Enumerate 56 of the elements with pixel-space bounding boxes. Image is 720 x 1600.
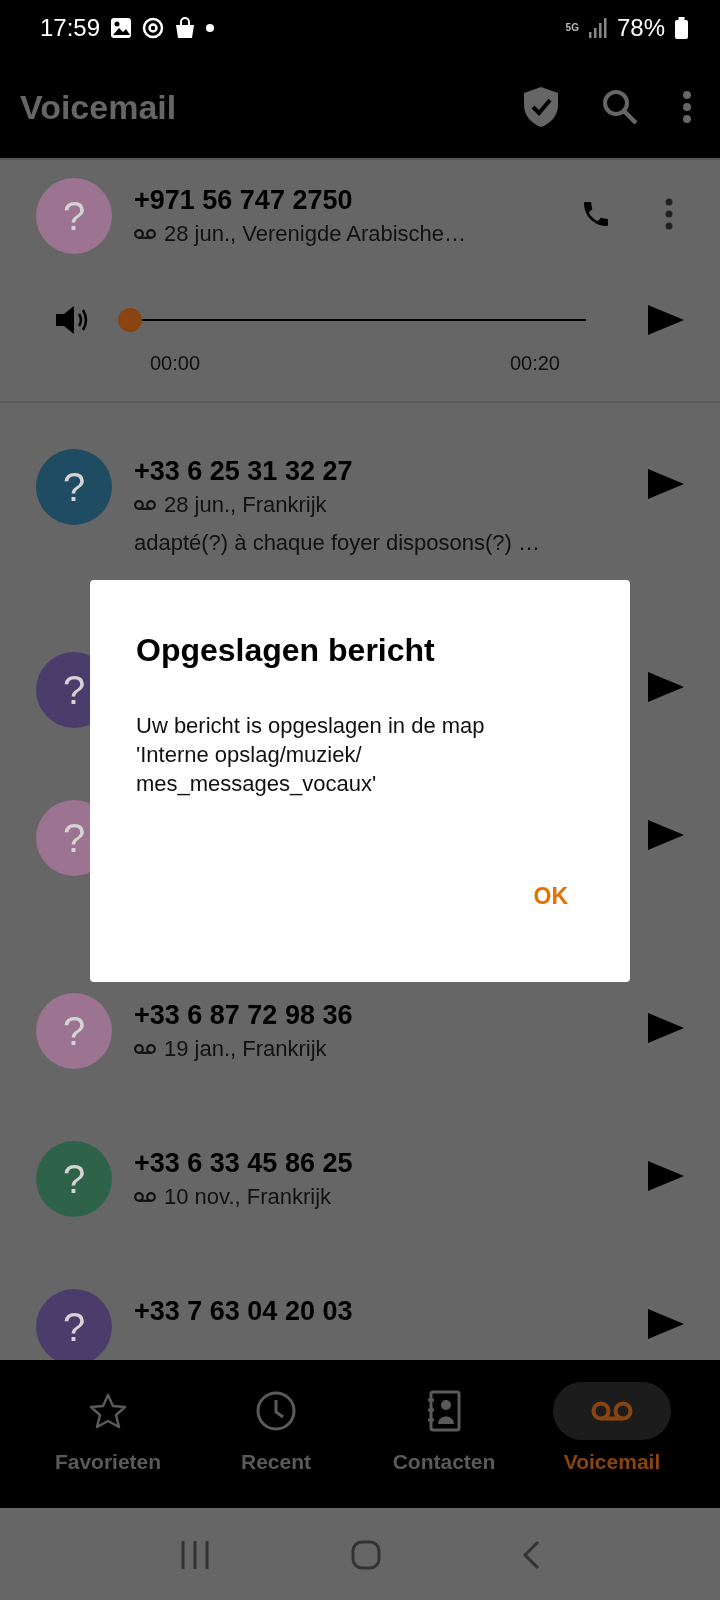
avatar: ? xyxy=(36,178,112,254)
duration-time: 00:20 xyxy=(509,352,560,375)
search-icon[interactable] xyxy=(602,89,638,125)
elapsed-time: 00:00 xyxy=(150,352,201,375)
nav-tab[interactable]: Voicemail xyxy=(528,1360,696,1474)
voicemail-icon xyxy=(134,499,156,511)
avatar: ? xyxy=(36,449,112,525)
voicemail-detail: 10 nov., Frankrijk xyxy=(164,1183,332,1211)
nav-tab[interactable]: Favorieten xyxy=(24,1360,192,1474)
phone-number: +971 56 747 2750 xyxy=(134,184,354,217)
star-icon xyxy=(89,1393,127,1429)
avatar: ? xyxy=(36,1289,112,1360)
play-icon[interactable] xyxy=(648,820,684,850)
voicemail-icon xyxy=(134,1191,156,1203)
transcript-text: adapté(?) à chaque foyer disposons(?) … xyxy=(133,529,541,557)
shield-check-icon[interactable] xyxy=(524,87,558,127)
voicemail-icon xyxy=(134,1043,156,1055)
dot-icon xyxy=(206,24,215,32)
avatar: ? xyxy=(36,993,112,1069)
back-icon[interactable] xyxy=(521,1540,540,1570)
phone-number: +33 6 33 45 86 25 xyxy=(134,1147,354,1180)
home-icon[interactable] xyxy=(351,1540,381,1570)
voicemail-icon xyxy=(591,1400,633,1422)
contact-book-icon xyxy=(426,1390,462,1432)
clock-icon xyxy=(255,1390,297,1432)
voicemail-detail: 19 jan., Frankrijk xyxy=(164,1035,327,1063)
network-type: 5G xyxy=(565,23,579,33)
play-icon[interactable] xyxy=(648,469,684,499)
play-icon[interactable] xyxy=(648,672,684,702)
more-options-icon[interactable] xyxy=(682,91,692,123)
play-icon[interactable] xyxy=(648,1013,684,1043)
ok-button[interactable]: OK xyxy=(517,869,584,924)
dialog-title: Opgeslagen bericht xyxy=(136,632,436,669)
play-icon[interactable] xyxy=(648,1309,684,1339)
battery-icon xyxy=(675,17,688,39)
voicemail-detail: 28 jun., Frankrijk xyxy=(164,491,327,519)
phone-number: +33 6 25 31 32 27 xyxy=(134,455,354,488)
play-icon[interactable] xyxy=(648,305,684,335)
signal-icon xyxy=(588,18,607,38)
phone-number: +33 6 87 72 98 36 xyxy=(134,999,354,1032)
play-icon[interactable] xyxy=(648,1161,684,1191)
recent-apps-icon[interactable] xyxy=(180,1541,211,1569)
clock-time: 17:59 xyxy=(40,14,101,42)
nav-tab[interactable]: Contacten xyxy=(360,1360,528,1474)
phone-number: +33 7 63 04 20 03 xyxy=(134,1295,354,1328)
dialog-message: Uw bericht is opgeslagen in de map 'Interne opslag/muziek/ mes_messages_vocaux' xyxy=(136,712,486,798)
app-title: Voicemail xyxy=(20,87,178,127)
battery-percent: 78% xyxy=(616,14,665,42)
image-icon xyxy=(110,17,133,39)
seek-thumb[interactable] xyxy=(118,308,142,332)
voicemail-detail: 28 jun., Verenigde Arabische… xyxy=(164,220,467,248)
shopping-bag-icon xyxy=(174,17,197,39)
more-options-icon[interactable] xyxy=(664,198,674,230)
avatar: ? xyxy=(36,1141,112,1217)
voicemail-icon xyxy=(134,228,156,240)
nav-tab[interactable]: Recent xyxy=(192,1360,360,1474)
